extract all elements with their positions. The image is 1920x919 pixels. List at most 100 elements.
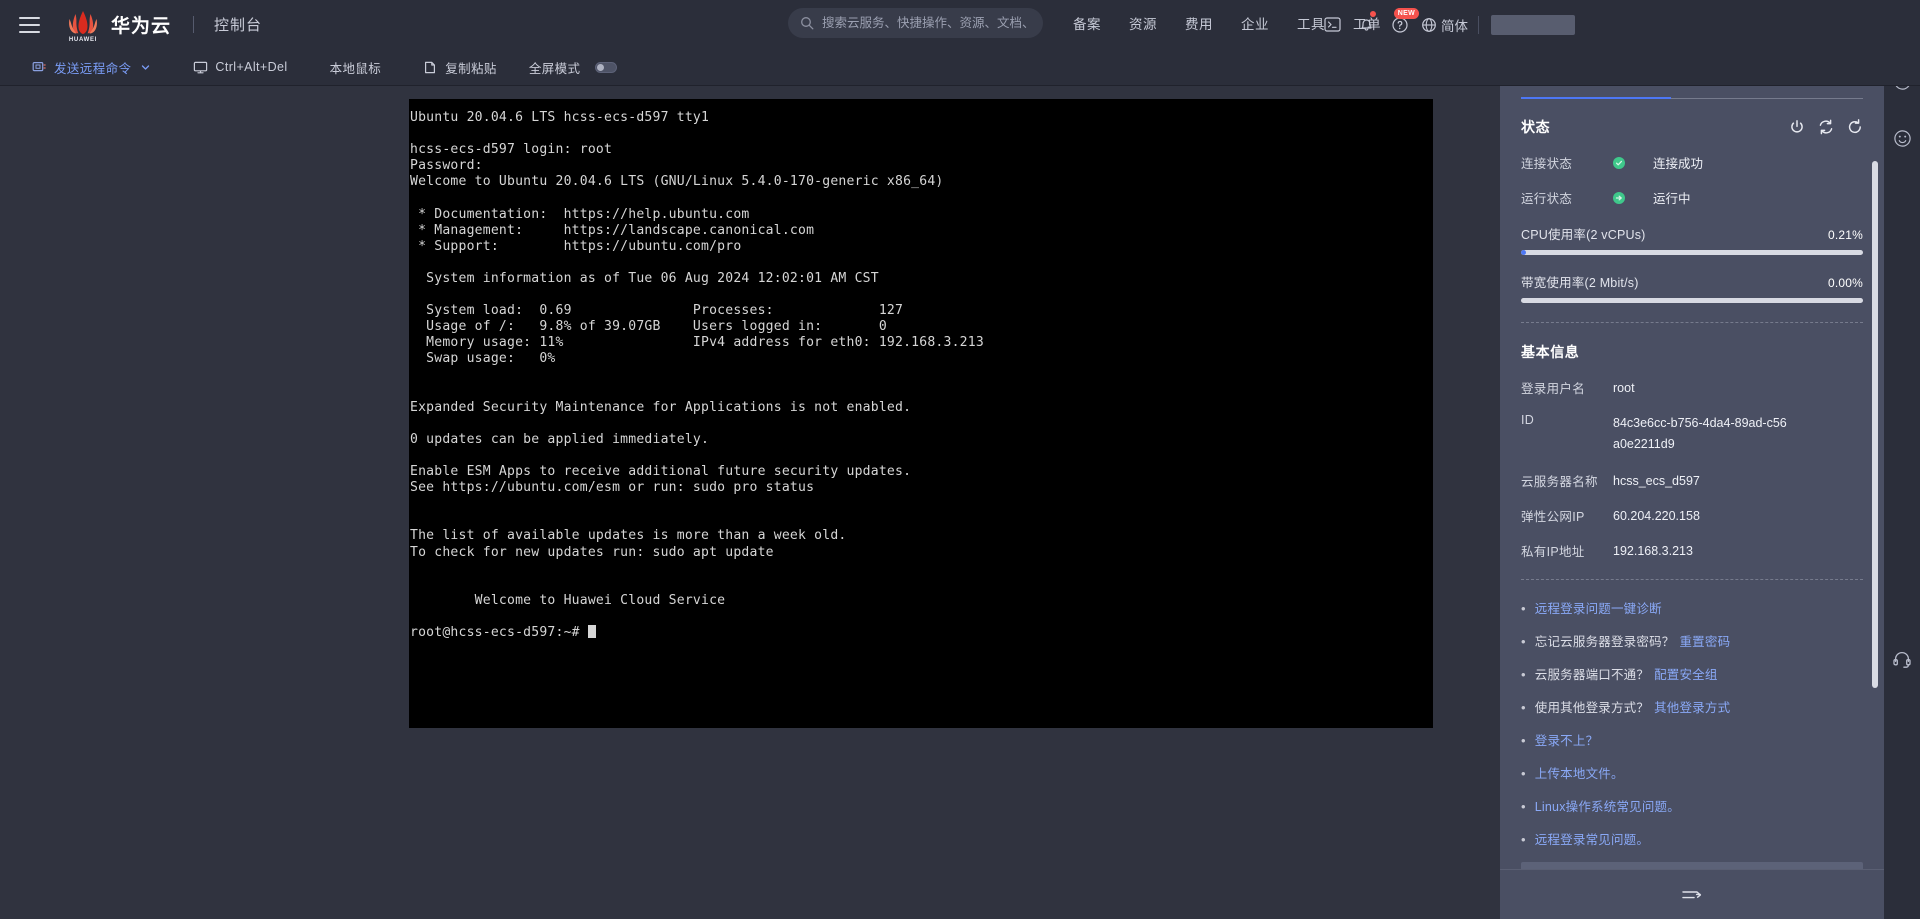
- local-mouse-button[interactable]: 本地鼠标: [328, 49, 384, 86]
- help-question-icon[interactable]: NEW: [1383, 0, 1419, 49]
- elastic-ip-row: 弹性公网IP 60.204.220.158: [1521, 506, 1863, 525]
- notification-dot-badge: [1370, 11, 1376, 17]
- ctrl-alt-del-button[interactable]: Ctrl+Alt+Del: [191, 49, 289, 86]
- power-icon[interactable]: [1789, 119, 1805, 135]
- headset-support-icon[interactable]: [1884, 641, 1920, 677]
- service-rating-card[interactable]: 服务评价: [1521, 862, 1863, 869]
- info-side-panel: 运行概览 检测帮助 状态: [1500, 49, 1884, 919]
- nav-item-enterprise[interactable]: 企业: [1227, 0, 1283, 49]
- top-header: HUAWEI 华为云 控制台 备案 资源 费用 企业 工具 工单: [0, 0, 1920, 49]
- list-item: 远程登录问题一键诊断: [1521, 598, 1863, 617]
- cpu-usage-value: 0.21%: [1827, 228, 1863, 242]
- bandwidth-usage-value: 0.00%: [1827, 276, 1863, 290]
- app-root: HUAWEI 华为云 控制台 备案 资源 费用 企业 工具 工单: [0, 0, 1920, 919]
- refresh-icon[interactable]: [1847, 119, 1863, 135]
- panel-scrollbar[interactable]: [1872, 161, 1878, 688]
- link-configure-security-group[interactable]: 配置安全组: [1654, 664, 1718, 683]
- login-username-key: 登录用户名: [1521, 382, 1586, 396]
- run-status-key: 运行状态: [1521, 192, 1573, 206]
- section-divider-2: [1521, 579, 1863, 580]
- private-ip-row: 私有IP地址 192.168.3.213: [1521, 541, 1863, 560]
- link-reset-password[interactable]: 重置密码: [1679, 631, 1730, 650]
- copy-paste-label: 复制粘贴: [445, 61, 497, 76]
- fullscreen-mode-control[interactable]: 全屏模式: [527, 49, 620, 86]
- server-name-key: 云服务器名称: [1521, 475, 1598, 489]
- user-account-chip[interactable]: [1491, 14, 1575, 35]
- send-remote-command-label: 发送远程命令: [54, 61, 132, 76]
- terminal-output: Ubuntu 20.04.6 LTS hcss-ecs-d597 tty1 hc…: [410, 110, 984, 640]
- list-item: 云服务器端口不通？ 配置安全组: [1521, 664, 1863, 683]
- terminal-screen[interactable]: Ubuntu 20.04.6 LTS hcss-ecs-d597 tty1 hc…: [409, 99, 1433, 728]
- connection-status-value: 连接成功: [1653, 157, 1704, 171]
- connection-status-row: 连接状态 连接成功: [1521, 153, 1863, 172]
- new-badge: NEW: [1393, 8, 1419, 19]
- nav-item-billing[interactable]: 费用: [1171, 0, 1227, 49]
- cloud-shell-icon[interactable]: [1315, 0, 1349, 49]
- panel-scroll-region: 状态 连接状态 连接成功 运行状态 运行中 CPU使用率(2 vCPUs) 0.…: [1500, 99, 1884, 869]
- basic-info-title: 基本信息: [1521, 344, 1580, 360]
- instance-id-row: ID 84c3e6cc-b756-4da4-89ad-c56a0e2211d9: [1521, 413, 1863, 455]
- remote-command-icon: [32, 60, 47, 75]
- status-section-title: 状态: [1521, 119, 1551, 135]
- login-username-value: root: [1613, 380, 1635, 395]
- server-name-row: 云服务器名称 hcss_ecs_d597: [1521, 471, 1863, 490]
- private-ip-key: 私有IP地址: [1521, 545, 1585, 559]
- link-remote-login-diagnose[interactable]: 远程登录问题一键诊断: [1535, 598, 1662, 617]
- search-input[interactable]: [822, 16, 1031, 30]
- cpu-usage-label: CPU使用率(2 vCPUs): [1521, 228, 1646, 242]
- link-linux-faq[interactable]: Linux操作系统常见问题。: [1535, 796, 1680, 815]
- cpu-meter-label: CPU使用率(2 vCPUs) 0.21%: [1521, 224, 1863, 243]
- run-status-row: 运行状态 运行中: [1521, 188, 1863, 207]
- nav-item-beian[interactable]: 备案: [1059, 0, 1115, 49]
- huawei-cloud-logo[interactable]: HUAWEI 华为云: [66, 8, 172, 43]
- language-switcher[interactable]: 简体: [1421, 15, 1468, 35]
- reset-sync-icon[interactable]: [1818, 119, 1834, 135]
- cpu-usage-meter: [1521, 250, 1863, 255]
- huawei-wordmark: HUAWEI: [68, 36, 98, 43]
- send-remote-command-button[interactable]: 发送远程命令: [30, 49, 153, 86]
- fullscreen-toggle[interactable]: [595, 61, 618, 73]
- check-circle-icon: [1613, 156, 1625, 169]
- link-cannot-login[interactable]: 登录不上？: [1535, 730, 1599, 749]
- elastic-ip-value: 60.204.220.158: [1613, 508, 1700, 523]
- local-mouse-label: 本地鼠标: [329, 61, 382, 76]
- link-remote-login-faq[interactable]: 远程登录常见问题。: [1535, 829, 1649, 848]
- connection-status-key: 连接状态: [1521, 157, 1573, 171]
- ctrl-alt-del-label: Ctrl+Alt+Del: [215, 60, 288, 74]
- link-text-forgot-password: 忘记云服务器登录密码？: [1534, 635, 1675, 649]
- smiley-feedback-icon[interactable]: [1884, 120, 1920, 156]
- list-item: 忘记云服务器登录密码？ 重置密码: [1521, 631, 1863, 650]
- bandwidth-usage-label: 带宽使用率(2 Mbit/s): [1521, 276, 1639, 290]
- language-label: 简体: [1441, 18, 1468, 34]
- link-upload-local-file[interactable]: 上传本地文件。: [1535, 763, 1624, 782]
- brand-title: 华为云: [111, 16, 172, 37]
- basic-info-section-header: 基本信息: [1521, 342, 1863, 362]
- nav-item-resources[interactable]: 资源: [1115, 0, 1171, 49]
- notification-bell-icon[interactable]: [1349, 0, 1383, 49]
- clipboard-icon: [423, 60, 438, 75]
- header-icon-group: NEW 简体: [1315, 0, 1575, 49]
- collapse-right-icon[interactable]: [1681, 887, 1703, 903]
- hamburger-icon[interactable]: [6, 0, 52, 49]
- server-name-value: hcss_ecs_d597: [1613, 473, 1700, 488]
- cpu-meter-fill: [1521, 250, 1527, 255]
- vnc-viewport[interactable]: Ubuntu 20.04.6 LTS hcss-ecs-d597 tty1 hc…: [0, 86, 1536, 919]
- private-ip-value: 192.168.3.213: [1613, 543, 1693, 558]
- global-search[interactable]: [788, 8, 1043, 38]
- header-icons-divider: [1478, 15, 1479, 34]
- fullscreen-label: 全屏模式: [528, 61, 581, 76]
- link-other-login-methods[interactable]: 其他登录方式: [1654, 697, 1730, 716]
- list-item: 登录不上？: [1521, 730, 1863, 749]
- instance-id-value: 84c3e6cc-b756-4da4-89ad-c56a0e2211d9: [1613, 416, 1787, 451]
- bandwidth-meter-label: 带宽使用率(2 Mbit/s) 0.00%: [1521, 272, 1863, 291]
- list-item: 使用其他登录方式？ 其他登录方式: [1521, 697, 1863, 716]
- huawei-logo-icon: HUAWEI: [66, 8, 100, 43]
- link-text-port-blocked: 云服务器端口不通？: [1534, 668, 1650, 682]
- panel-footer: [1500, 869, 1884, 919]
- console-title: 控制台: [214, 17, 263, 34]
- terminal-cursor: [587, 625, 596, 638]
- copy-paste-button[interactable]: 复制粘贴: [421, 49, 499, 86]
- instance-id-key: ID: [1521, 413, 1535, 427]
- arrow-circle-icon: [1613, 191, 1625, 204]
- list-item: Linux操作系统常见问题。: [1521, 796, 1863, 815]
